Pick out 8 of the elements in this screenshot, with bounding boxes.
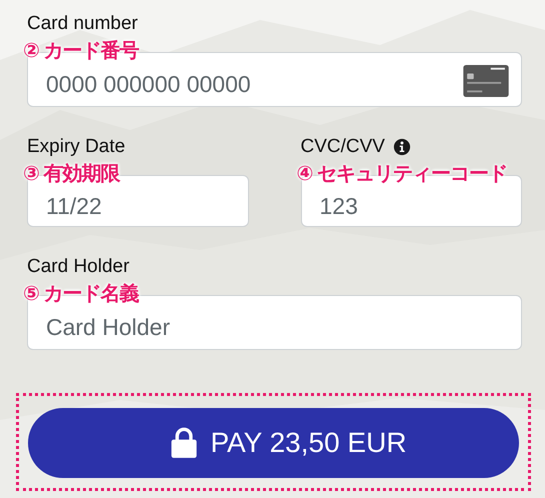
field-label: Card Holder [27, 256, 130, 278]
field-label: CVC/CVV [300, 136, 385, 158]
field-label: Card number [27, 13, 138, 35]
lock-icon [170, 427, 198, 459]
info-icon[interactable] [392, 138, 411, 156]
field-label: Expiry Date [27, 136, 126, 158]
credit-card-icon [462, 64, 510, 98]
pay-button[interactable]: PAY 23,50 EUR [28, 408, 519, 478]
